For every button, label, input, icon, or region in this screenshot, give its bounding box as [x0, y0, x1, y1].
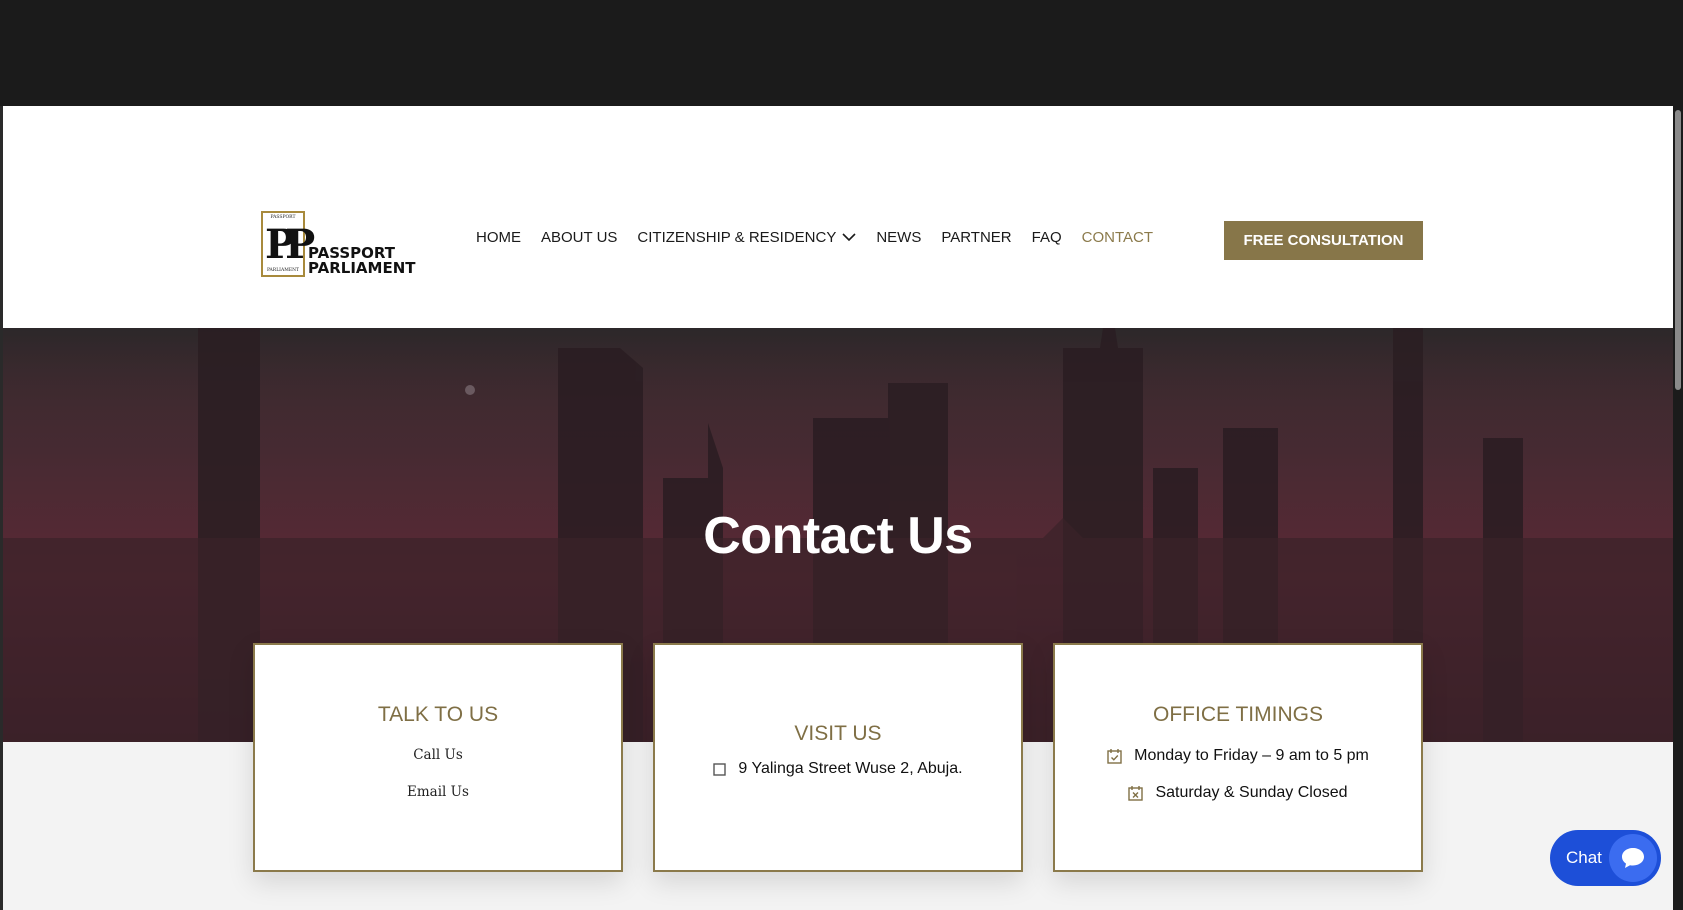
nav-faq[interactable]: FAQ — [1032, 229, 1062, 246]
weekend-hours-row: Saturday & Sunday Closed — [1055, 784, 1421, 802]
main-nav: HOME ABOUT US CITIZENSHIP & RESIDENCY NE… — [476, 229, 1173, 246]
office-timings-card: OFFICE TIMINGS Monday to Friday – 9 am t… — [1053, 643, 1423, 872]
chat-widget-button[interactable]: Chat — [1550, 830, 1661, 886]
weekday-hours-text: Monday to Friday – 9 am to 5 pm — [1134, 747, 1369, 764]
free-consultation-button[interactable]: FREE CONSULTATION — [1224, 221, 1423, 260]
logo-emblem-top-text: PASSPORT — [270, 215, 296, 220]
chevron-down-icon — [842, 233, 856, 242]
weekday-hours-row: Monday to Friday – 9 am to 5 pm — [1055, 747, 1421, 765]
address-text: 9 Yalinga Street Wuse 2, Abuja. — [738, 760, 963, 777]
talk-to-us-title: TALK TO US — [377, 703, 499, 726]
visit-us-card: VISIT US 9 Yalinga Street Wuse 2, Abuja. — [653, 643, 1023, 872]
logo-line-2: PARLIAMENT — [308, 259, 416, 277]
site-header: PASSPORT PP PARLIAMENT PASSPORT PARLIAME… — [3, 106, 1673, 328]
nav-citizenship-label: CITIZENSHIP & RESIDENCY — [637, 229, 837, 246]
calendar-x-icon — [1128, 786, 1144, 801]
logo-emblem-bottom-text: PARLIAMENT — [266, 268, 300, 273]
site-logo[interactable]: PASSPORT PP PARLIAMENT PASSPORT PARLIAME… — [261, 211, 415, 277]
chat-label: Chat — [1566, 848, 1602, 867]
logo-wordmark: PASSPORT PARLIAMENT — [308, 246, 415, 277]
nav-home[interactable]: HOME — [476, 229, 521, 246]
office-timings-title: OFFICE TIMINGS — [1153, 703, 1323, 726]
square-icon — [713, 762, 727, 776]
nav-partner[interactable]: PARTNER — [941, 229, 1011, 246]
scrollbar-thumb[interactable] — [1675, 110, 1681, 390]
visit-us-title: VISIT US — [794, 722, 882, 745]
nav-news[interactable]: NEWS — [876, 229, 921, 246]
nav-contact[interactable]: CONTACT — [1082, 229, 1153, 246]
page-title: Contact Us — [703, 507, 973, 565]
talk-to-us-card: TALK TO US Call Us Email Us — [253, 643, 623, 872]
logo-monogram: PP — [265, 221, 315, 268]
address-row: 9 Yalinga Street Wuse 2, Abuja. — [655, 760, 1021, 778]
chat-bubble-icon — [1609, 834, 1657, 882]
top-dark-bar — [0, 0, 1673, 106]
logo-emblem: PASSPORT PP PARLIAMENT — [261, 211, 315, 277]
call-us-link[interactable]: Call Us — [255, 747, 621, 763]
nav-citizenship-residency[interactable]: CITIZENSHIP & RESIDENCY — [637, 229, 856, 246]
email-us-link[interactable]: Email Us — [255, 784, 621, 800]
calendar-check-icon — [1107, 749, 1122, 764]
nav-about-us[interactable]: ABOUT US — [541, 229, 617, 246]
weekend-hours-text: Saturday & Sunday Closed — [1155, 784, 1348, 801]
